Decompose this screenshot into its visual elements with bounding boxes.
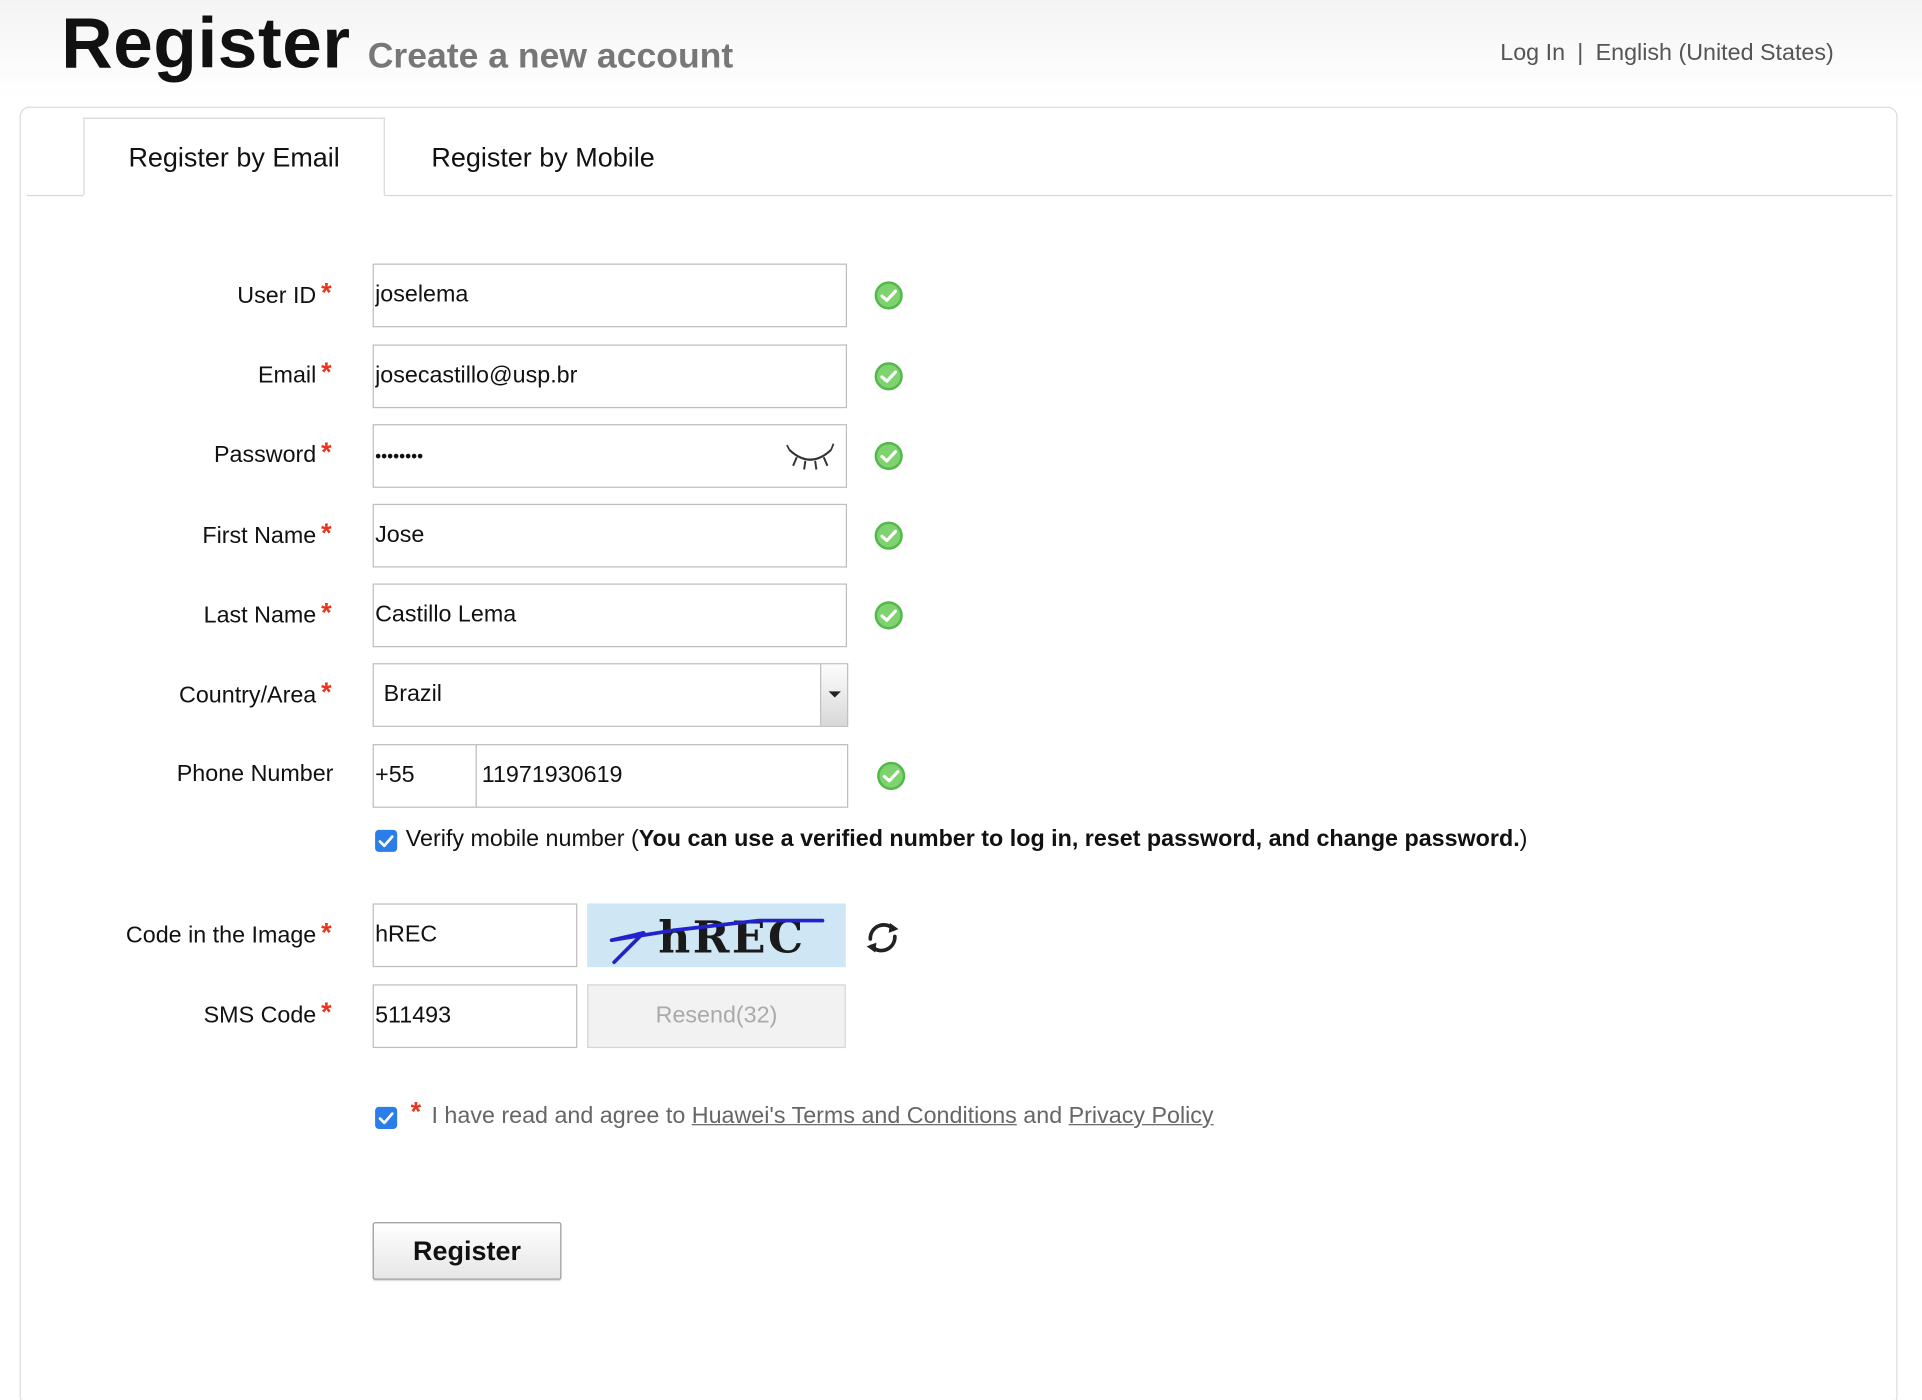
valid-check-icon bbox=[874, 521, 903, 550]
chevron-down-icon[interactable] bbox=[820, 664, 848, 726]
eye-closed-icon[interactable] bbox=[786, 440, 835, 472]
email-field[interactable] bbox=[372, 344, 848, 409]
valid-check-icon bbox=[874, 441, 903, 471]
captcha-field[interactable] bbox=[372, 903, 578, 968]
captcha-label: Code in the Image bbox=[125, 923, 317, 949]
register-button[interactable]: Register bbox=[372, 1222, 562, 1280]
required-mark: * bbox=[321, 436, 332, 468]
password-input[interactable] bbox=[373, 425, 767, 487]
required-mark: * bbox=[321, 596, 332, 628]
required-mark: * bbox=[321, 517, 332, 548]
login-link[interactable]: Log In bbox=[1500, 40, 1565, 66]
header-links: Log In | English (United States) bbox=[1500, 37, 1834, 71]
language-selector[interactable]: English (United States) bbox=[1596, 40, 1834, 66]
email-input[interactable] bbox=[373, 345, 846, 407]
verify-mobile-checkbox[interactable] bbox=[375, 829, 398, 852]
country-selected-value: Brazil bbox=[383, 681, 442, 708]
user-id-input[interactable] bbox=[373, 264, 846, 327]
password-field[interactable] bbox=[372, 424, 848, 488]
user-id-label: User ID bbox=[237, 283, 317, 309]
required-mark: * bbox=[321, 996, 332, 1028]
captcha-input[interactable] bbox=[373, 904, 577, 966]
sms-label: SMS Code bbox=[203, 1002, 317, 1029]
verify-mobile-text: Verify mobile number (You can use a veri… bbox=[406, 825, 1528, 854]
privacy-link[interactable]: Privacy Policy bbox=[1069, 1103, 1214, 1129]
header-separator: | bbox=[1577, 40, 1584, 67]
valid-check-icon bbox=[874, 281, 903, 310]
last-name-field[interactable] bbox=[372, 583, 848, 648]
phone-number-field[interactable] bbox=[475, 744, 849, 808]
phone-code-field[interactable] bbox=[372, 744, 477, 808]
captcha-image[interactable]: hREC bbox=[587, 903, 846, 968]
password-label: Password bbox=[213, 442, 317, 469]
verify-mobile-label: Verify mobile number ( bbox=[405, 826, 639, 852]
refresh-icon[interactable] bbox=[861, 916, 905, 960]
agree-prefix: I have read and agree to bbox=[431, 1103, 686, 1129]
sms-input[interactable] bbox=[373, 985, 577, 1047]
terms-link[interactable]: Huawei's Terms and Conditions bbox=[692, 1103, 1017, 1129]
tab-register-by-email[interactable]: Register by Email bbox=[83, 117, 385, 197]
required-mark: * bbox=[321, 277, 332, 308]
valid-check-icon bbox=[876, 761, 906, 791]
agree-checkbox[interactable] bbox=[375, 1106, 398, 1129]
last-name-input[interactable] bbox=[373, 584, 846, 646]
tab-register-by-mobile[interactable]: Register by Mobile bbox=[390, 118, 696, 196]
required-mark: * bbox=[321, 356, 332, 388]
first-name-field[interactable] bbox=[372, 503, 848, 568]
resend-button[interactable]: Resend(32) bbox=[587, 984, 846, 1049]
email-label: Email bbox=[258, 362, 317, 389]
required-mark: * bbox=[410, 1095, 422, 1127]
required-mark: * bbox=[321, 676, 332, 708]
user-id-field[interactable] bbox=[372, 263, 848, 328]
page-title: Register bbox=[61, 3, 351, 84]
verify-mobile-close: ) bbox=[1519, 826, 1528, 852]
agree-and: and bbox=[1023, 1103, 1063, 1129]
valid-check-icon bbox=[874, 362, 903, 391]
country-label: Country/Area bbox=[179, 682, 317, 709]
first-name-input[interactable] bbox=[373, 505, 846, 567]
required-mark: * bbox=[321, 916, 332, 948]
phone-code-input[interactable] bbox=[373, 745, 476, 807]
page-subtitle: Create a new account bbox=[367, 36, 734, 76]
sms-field[interactable] bbox=[372, 984, 578, 1049]
first-name-label: First Name bbox=[202, 523, 317, 550]
phone-label: Phone Number bbox=[176, 761, 334, 787]
country-select[interactable]: Brazil bbox=[372, 663, 849, 727]
last-name-label: Last Name bbox=[203, 603, 317, 629]
agree-text: I have read and agree to Huawei's Terms … bbox=[431, 1102, 1213, 1131]
valid-check-icon bbox=[874, 601, 903, 630]
phone-number-input[interactable] bbox=[476, 745, 848, 807]
verify-mobile-note: You can use a verified number to log in,… bbox=[638, 826, 1520, 852]
